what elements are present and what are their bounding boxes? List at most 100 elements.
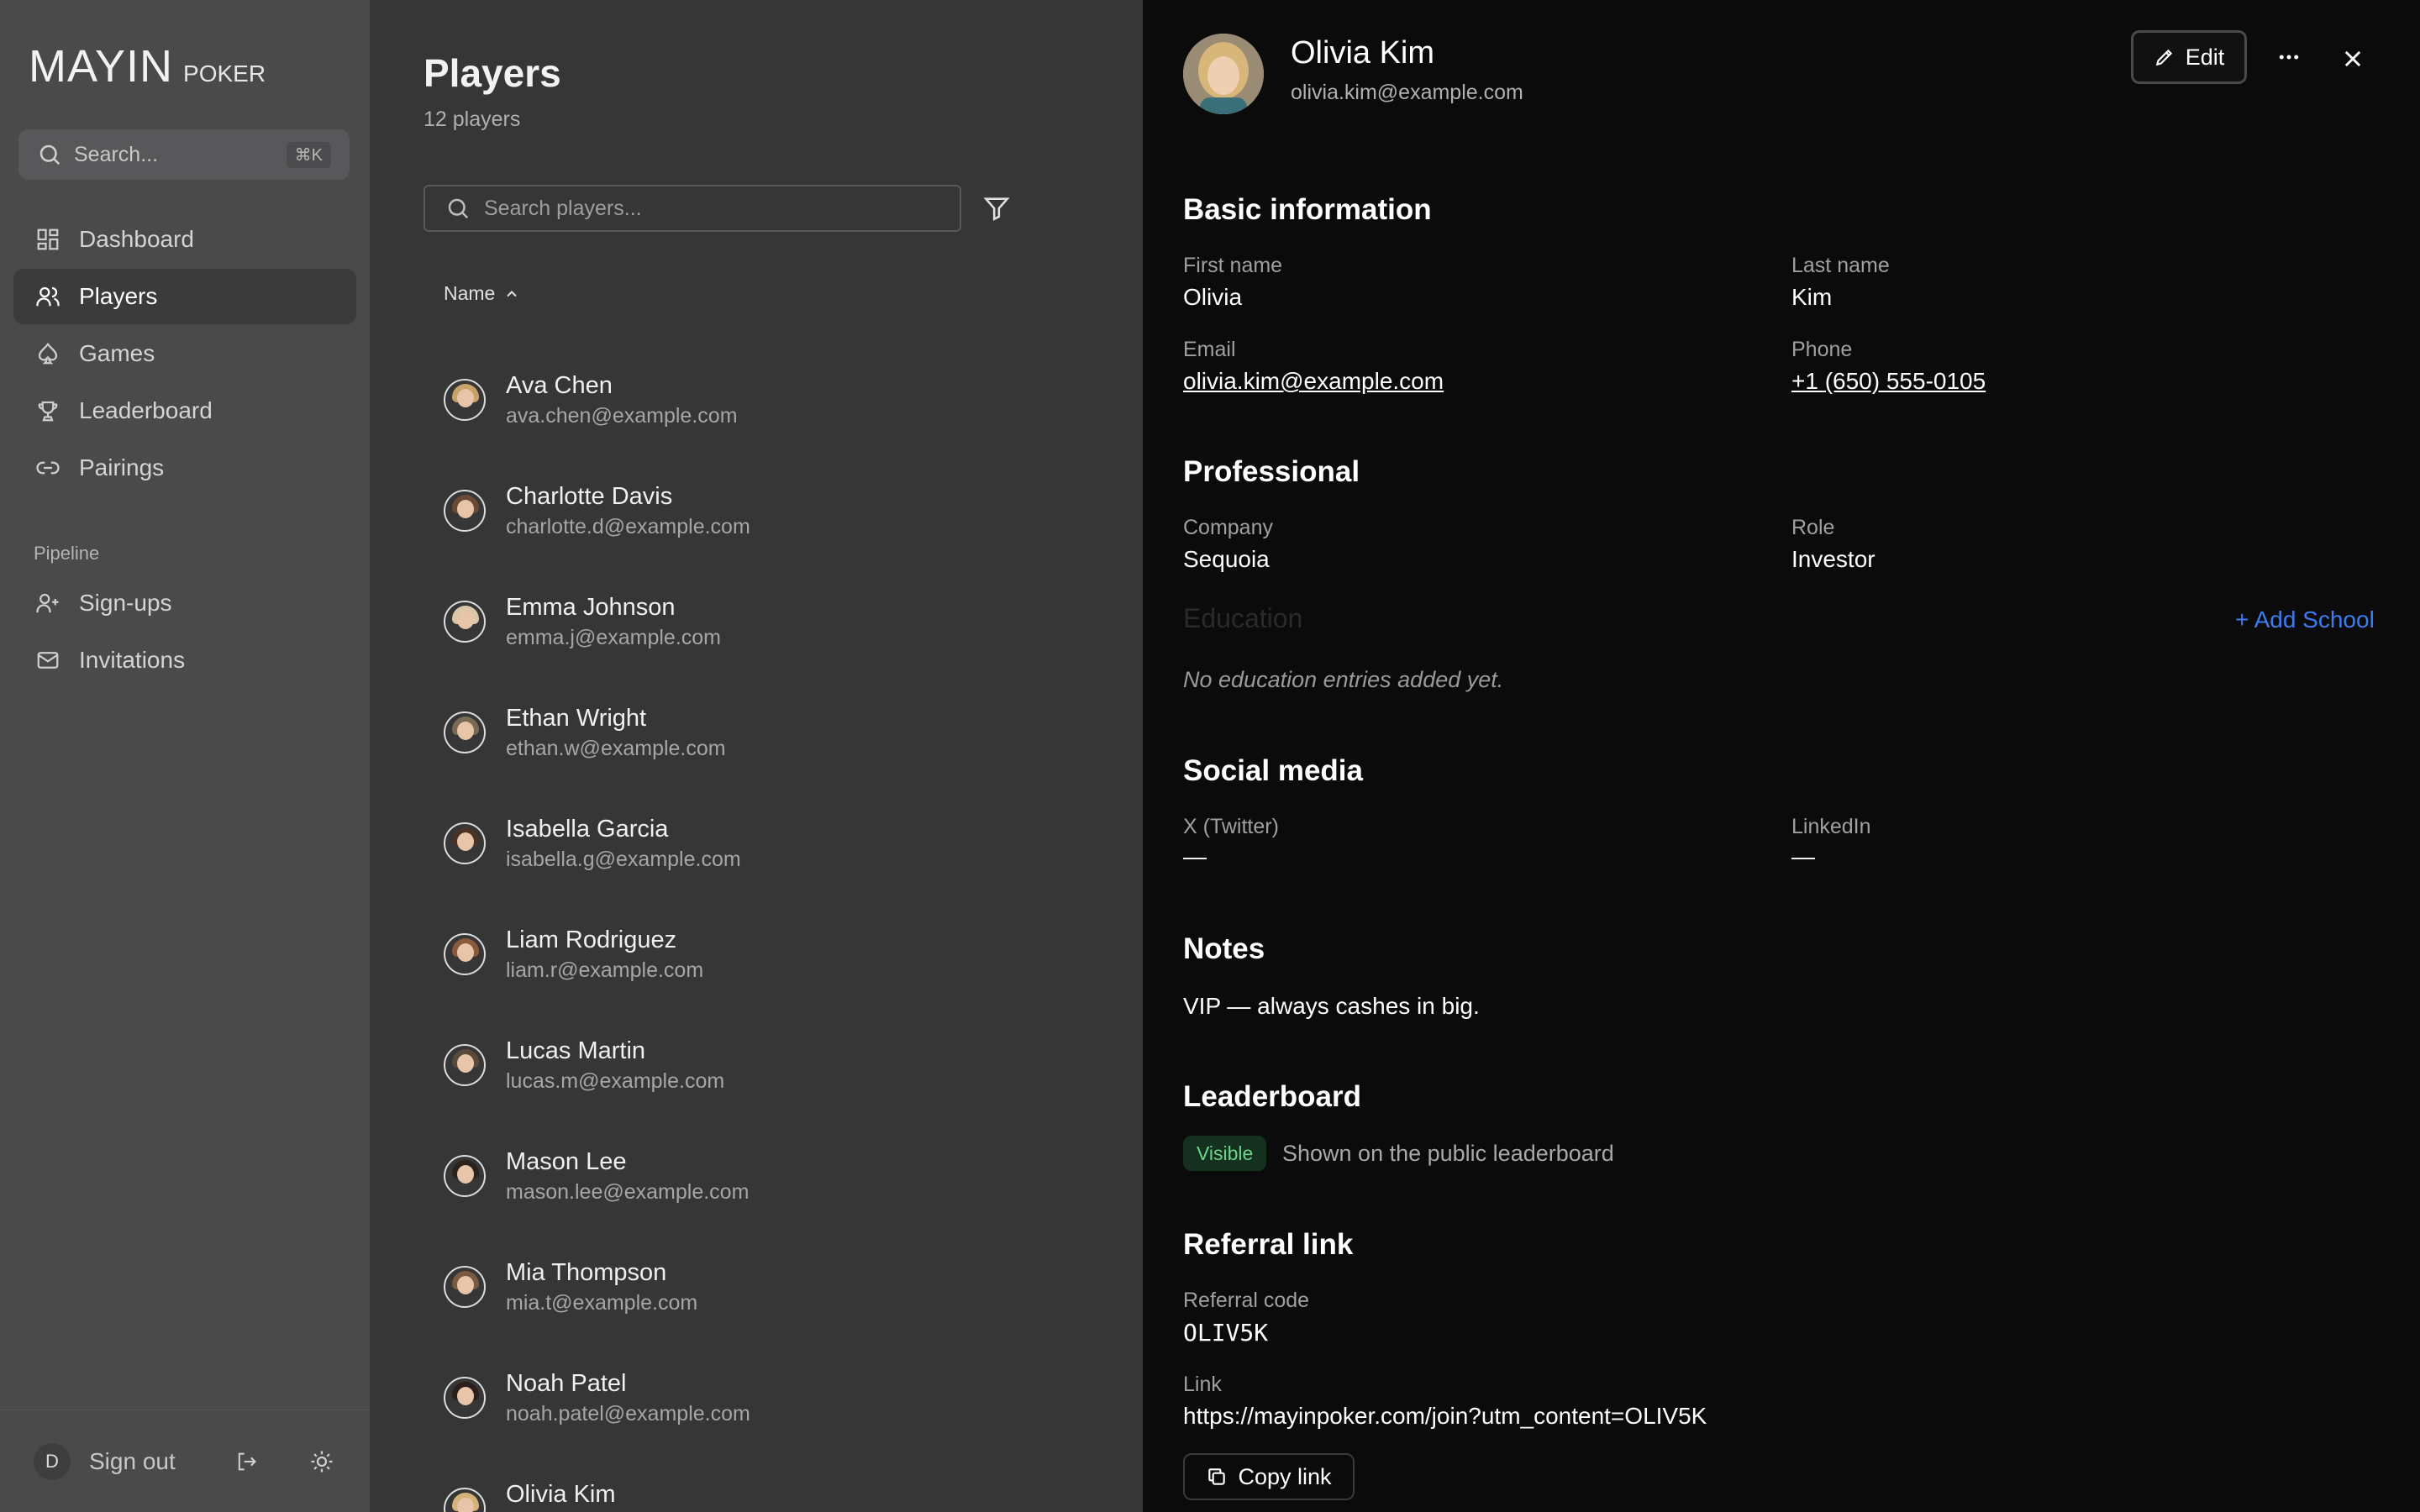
sidebar-item-label: Sign-ups bbox=[79, 590, 172, 616]
player-avatar bbox=[444, 1044, 486, 1086]
player-row[interactable]: Noah Patel noah.patel@example.com bbox=[444, 1342, 1099, 1453]
sidebar-footer: D Sign out bbox=[0, 1410, 370, 1512]
players-search-input[interactable]: Search players... bbox=[424, 185, 961, 232]
linkedin-label: LinkedIn bbox=[1791, 815, 1871, 838]
copy-link-label: Copy link bbox=[1238, 1463, 1332, 1489]
player-row-email: noah.patel@example.com bbox=[506, 1402, 750, 1425]
link-icon bbox=[34, 454, 62, 482]
company-label: Company bbox=[1183, 516, 1273, 539]
sidebar-item-games[interactable]: Games bbox=[13, 326, 356, 381]
player-row-name: Emma Johnson bbox=[506, 594, 676, 621]
player-row-email: ethan.w@example.com bbox=[506, 737, 726, 760]
player-avatar bbox=[444, 822, 486, 864]
player-row[interactable]: Charlotte Davis charlotte.d@example.com bbox=[444, 455, 1099, 566]
player-name: Olivia Kim bbox=[1291, 35, 1435, 71]
player-row-name: Ethan Wright bbox=[506, 705, 647, 732]
role-value: Investor bbox=[1791, 546, 1876, 572]
copy-link-button[interactable]: Copy link bbox=[1183, 1453, 1355, 1500]
filter-button[interactable] bbox=[980, 192, 1013, 225]
last-name-label: Last name bbox=[1791, 254, 1890, 277]
player-row-name: Mason Lee bbox=[506, 1148, 627, 1175]
brand-subtitle: POKER bbox=[183, 60, 266, 87]
education-empty-state: No education entries added yet. bbox=[1183, 667, 1504, 692]
phone-label: Phone bbox=[1791, 338, 1853, 361]
section-heading-education: Education bbox=[1183, 603, 1303, 633]
shortcut-badge: ⌘K bbox=[286, 141, 331, 168]
player-row-email: lucas.m@example.com bbox=[506, 1069, 725, 1093]
player-row-name: Ava Chen bbox=[506, 372, 613, 399]
player-row[interactable]: Lucas Martin lucas.m@example.com bbox=[444, 1010, 1099, 1121]
pencil-icon bbox=[2154, 46, 2175, 68]
sign-out-button[interactable]: Sign out bbox=[89, 1448, 190, 1475]
players-list: Ava Chen ava.chen@example.com Charlotte Da… bbox=[444, 344, 1099, 1512]
first-name-value: Olivia bbox=[1183, 284, 1243, 310]
avatar-face bbox=[457, 1054, 474, 1073]
spade-icon bbox=[34, 339, 62, 368]
sidebar-search[interactable]: Search... ⌘K bbox=[18, 129, 350, 180]
user-plus-icon bbox=[34, 589, 62, 617]
player-avatar bbox=[444, 1488, 486, 1512]
avatar-face bbox=[457, 1387, 474, 1405]
email-link[interactable]: olivia.kim@example.com bbox=[1183, 368, 1444, 395]
users-icon bbox=[34, 282, 62, 311]
avatar-face bbox=[457, 611, 474, 629]
sidebar-item-invitations[interactable]: Invitations bbox=[13, 633, 356, 688]
player-row-text: Mason Lee mason.lee@example.com bbox=[506, 1146, 749, 1206]
close-icon bbox=[2341, 47, 2365, 71]
notes-text: VIP — always cashes in big. bbox=[1183, 993, 1480, 1019]
player-row[interactable]: Liam Rodriguez liam.r@example.com bbox=[444, 899, 1099, 1010]
dashboard-icon bbox=[34, 225, 62, 254]
player-row[interactable]: Ava Chen ava.chen@example.com bbox=[444, 344, 1099, 455]
sidebar-item-pairings[interactable]: Pairings bbox=[13, 440, 356, 496]
search-icon bbox=[445, 196, 471, 221]
brand-logo[interactable]: MAYIN POKER bbox=[29, 40, 266, 92]
close-button[interactable] bbox=[2336, 42, 2370, 76]
search-icon bbox=[37, 142, 62, 167]
sidebar-item-label: Games bbox=[79, 340, 155, 366]
players-search-placeholder: Search players... bbox=[484, 196, 642, 220]
add-school-button[interactable]: + Add School bbox=[2235, 606, 2375, 633]
brand-name: MAYIN bbox=[29, 41, 174, 92]
edit-label: Edit bbox=[2185, 44, 2225, 70]
section-heading-basic: Basic information bbox=[1183, 193, 1432, 226]
avatar-face bbox=[457, 832, 474, 851]
player-row-text: Olivia Kimolivia.kim@example.com bbox=[506, 1478, 739, 1512]
player-row-text: Mia Thompson mia.t@example.com bbox=[506, 1257, 697, 1317]
player-row[interactable]: Olivia Kimolivia.kim@example.com bbox=[444, 1453, 1099, 1512]
sidebar-item-signups[interactable]: Sign-ups bbox=[13, 575, 356, 631]
email-label: Email bbox=[1183, 338, 1236, 361]
player-row[interactable]: Mason Lee mason.lee@example.com bbox=[444, 1121, 1099, 1231]
column-header-label: Name bbox=[444, 282, 496, 304]
user-avatar[interactable]: D bbox=[34, 1442, 71, 1480]
referral-code-value: OLIV5K bbox=[1183, 1319, 1269, 1347]
edit-button[interactable]: Edit bbox=[2131, 30, 2247, 84]
page-title: Players bbox=[424, 51, 561, 95]
sidebar-item-leaderboard[interactable]: Leaderboard bbox=[13, 383, 356, 438]
more-options-button[interactable] bbox=[2272, 40, 2306, 74]
player-avatar bbox=[444, 711, 486, 753]
name-column-header[interactable]: Name bbox=[444, 282, 520, 305]
sidebar-item-dashboard[interactable]: Dashboard bbox=[13, 212, 356, 267]
section-heading-leaderboard: Leaderboard bbox=[1183, 1080, 1361, 1113]
player-row-email: mia.t@example.com bbox=[506, 1291, 698, 1315]
avatar-face bbox=[457, 943, 474, 962]
sidebar-item-label: Players bbox=[79, 283, 158, 309]
player-row[interactable]: Mia Thompson mia.t@example.com bbox=[444, 1231, 1099, 1342]
player-avatar bbox=[444, 1155, 486, 1197]
phone-link[interactable]: +1 (650) 555-0105 bbox=[1791, 368, 1986, 395]
player-row[interactable]: Isabella Garcia isabella.g@example.com bbox=[444, 788, 1099, 899]
player-row[interactable]: Emma Johnson emma.j@example.com bbox=[444, 566, 1099, 677]
avatar-face bbox=[457, 500, 474, 518]
logout-icon[interactable] bbox=[232, 1447, 260, 1476]
sidebar-item-label: Leaderboard bbox=[79, 397, 213, 423]
avatar-face bbox=[457, 389, 474, 407]
twitter-value: — bbox=[1183, 843, 1207, 869]
avatar-face bbox=[457, 1165, 474, 1184]
section-heading-social: Social media bbox=[1183, 754, 1363, 787]
section-heading-referral: Referral link bbox=[1183, 1228, 1354, 1261]
section-heading-professional: Professional bbox=[1183, 455, 1360, 488]
player-row[interactable]: Ethan Wright ethan.w@example.com bbox=[444, 677, 1099, 788]
theme-toggle-sun-icon[interactable] bbox=[308, 1447, 336, 1476]
player-row-email: mason.lee@example.com bbox=[506, 1180, 750, 1204]
sidebar-item-players[interactable]: Players bbox=[13, 269, 356, 324]
